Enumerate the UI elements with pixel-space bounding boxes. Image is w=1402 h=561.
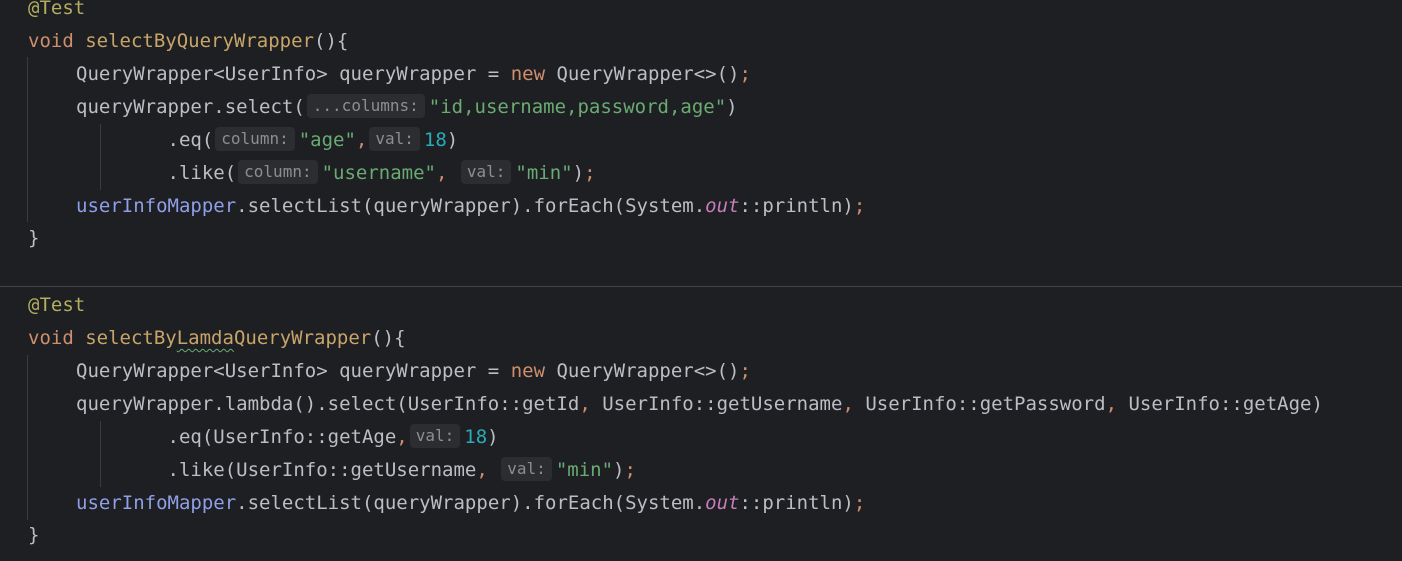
signature-tail: (){ xyxy=(314,30,349,52)
code-text: UserInfo::getPassword xyxy=(853,393,1106,415)
static-field: out xyxy=(705,195,740,217)
closing-brace: } xyxy=(28,227,40,249)
code-text: .like(UserInfo::getUsername xyxy=(76,459,477,481)
code-text: ::println) xyxy=(739,492,854,514)
code-line: } xyxy=(28,222,39,255)
string-literal: "min" xyxy=(555,459,614,481)
typo-marker: Lamda xyxy=(176,327,234,349)
semicolon: ; xyxy=(739,63,751,85)
code-text: QueryWrapper<>() xyxy=(545,360,740,382)
string-literal: "min" xyxy=(515,162,573,184)
code-text: .selectList(queryWrapper).forEach(System… xyxy=(236,492,706,514)
indent-guide xyxy=(27,355,28,520)
parameter-hint: column: xyxy=(215,126,295,151)
semicolon: ; xyxy=(584,162,596,184)
code-line: queryWrapper.lambda().select(UserInfo::g… xyxy=(76,388,1323,421)
code-text: UserInfo::getAge) xyxy=(1117,393,1323,415)
code-line: } xyxy=(28,519,39,552)
code-line: .like(UserInfo::getUsername, val: "min"); xyxy=(76,454,636,487)
code-text: ) xyxy=(613,459,625,481)
comma: , xyxy=(396,426,408,448)
comma: , xyxy=(435,162,448,184)
code-line: .eq(UserInfo::getAge, val: 18) xyxy=(76,421,499,454)
comma: , xyxy=(476,459,488,481)
method-separator xyxy=(0,286,1402,287)
code-text: QueryWrapper<UserInfo> queryWrapper = xyxy=(76,63,511,85)
number-literal: 18 xyxy=(423,129,447,151)
method-name: selectByLamdaQueryWrapper xyxy=(85,327,372,349)
comma: , xyxy=(842,393,854,415)
code-text: .eq(UserInfo::getAge xyxy=(76,426,397,448)
code-text: QueryWrapper<>() xyxy=(545,63,740,85)
code-editor[interactable]: @Test void selectByQueryWrapper(){ Query… xyxy=(0,0,1402,561)
code-text: UserInfo::getUsername xyxy=(590,393,843,415)
code-text: QueryWrapper<UserInfo> queryWrapper = xyxy=(76,360,511,382)
method-name: selectByQueryWrapper xyxy=(85,30,314,52)
indent-guide xyxy=(27,57,28,222)
field-name: userInfoMapper xyxy=(76,195,237,217)
string-literal: "age" xyxy=(298,129,356,151)
comma: , xyxy=(1105,393,1118,415)
signature-tail: (){ xyxy=(371,327,406,349)
parameter-hint: val: xyxy=(501,456,552,481)
code-text: queryWrapper.select( xyxy=(76,96,305,118)
code-text: queryWrapper.lambda().select(UserInfo::g… xyxy=(76,393,580,415)
keyword: void xyxy=(28,327,74,349)
field-name: userInfoMapper xyxy=(76,492,237,514)
code-text: .selectList(queryWrapper).forEach(System… xyxy=(236,195,706,217)
parameter-hint: column: xyxy=(238,159,318,184)
parameter-hint: ...columns: xyxy=(306,93,425,118)
annotation: @Test xyxy=(28,0,86,19)
code-line: queryWrapper.select(...columns: "id,usern… xyxy=(76,91,738,124)
string-literal: "username" xyxy=(321,162,436,184)
code-text: ) xyxy=(487,426,499,448)
code-line: QueryWrapper<UserInfo> queryWrapper = ne… xyxy=(76,58,751,91)
code-text: ) xyxy=(572,162,585,184)
code-text: ::println) xyxy=(739,195,854,217)
closing-brace: } xyxy=(28,524,40,546)
code-text: ) xyxy=(726,96,738,118)
parameter-hint: val: xyxy=(460,159,512,184)
string-literal: "id,username,password,age" xyxy=(428,96,727,118)
keyword-new: new xyxy=(510,63,546,85)
code-text: .like( xyxy=(76,162,237,184)
code-line: @Test xyxy=(28,0,85,25)
comma: , xyxy=(579,393,591,415)
semicolon: ; xyxy=(624,459,636,481)
code-text: .eq( xyxy=(76,129,214,151)
static-field: out xyxy=(705,492,740,514)
code-line: userInfoMapper.selectList(queryWrapper).… xyxy=(76,190,865,223)
code-line: void selectByLamdaQueryWrapper(){ xyxy=(28,322,406,355)
code-line: .eq(column: "age", val: 18) xyxy=(76,124,458,157)
semicolon: ; xyxy=(853,195,866,217)
code-text: ) xyxy=(446,129,459,151)
comma: , xyxy=(355,129,368,151)
semicolon: ; xyxy=(853,492,866,514)
semicolon: ; xyxy=(739,360,751,382)
parameter-hint: val: xyxy=(369,126,420,151)
code-line: .like(column: "username", val: "min"); xyxy=(76,157,596,190)
parameter-hint: val: xyxy=(409,423,461,448)
keyword: void xyxy=(28,30,74,52)
code-line: userInfoMapper.selectList(queryWrapper).… xyxy=(76,487,865,520)
code-line: @Test xyxy=(28,289,85,322)
code-line: QueryWrapper<UserInfo> queryWrapper = ne… xyxy=(76,355,751,388)
keyword-new: new xyxy=(510,360,546,382)
code-line: void selectByQueryWrapper(){ xyxy=(28,25,348,58)
annotation: @Test xyxy=(28,294,86,316)
number-literal: 18 xyxy=(464,426,488,448)
